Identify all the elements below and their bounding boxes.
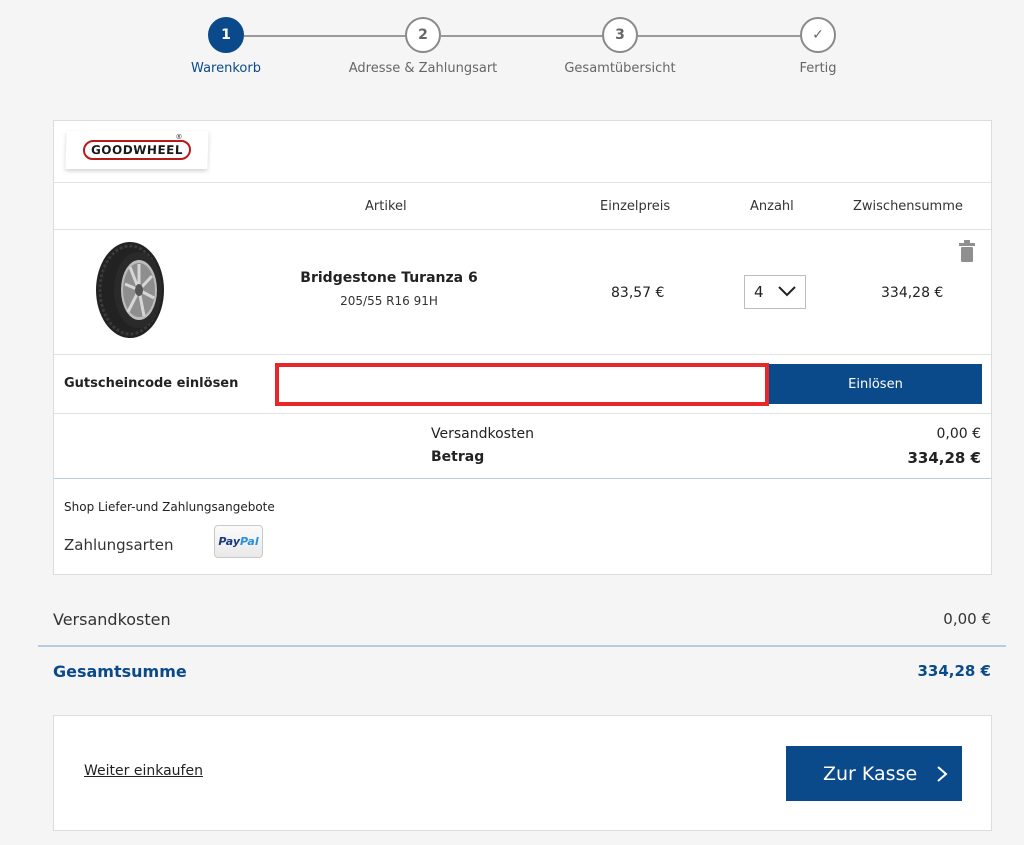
summary-divider [38,645,1006,647]
redeem-button[interactable]: Einlösen [769,364,982,404]
summary-shipping-label: Versandkosten [53,610,171,629]
checkmark-icon: ✓ [800,17,836,53]
step-label: Adresse & Zahlungsart [348,61,498,76]
amount-label: Betrag [431,449,485,465]
product-name[interactable]: Bridgestone Turanza 6 [289,270,489,286]
step-label: Fertig [799,61,837,76]
step-overview[interactable]: 3 Gesamtübersicht [520,17,720,76]
chevron-right-icon [937,766,948,782]
shop-header: GOODWHEEL ® [54,121,991,183]
amount-value: 334,28 € [907,449,981,467]
step-number: 1 [208,17,244,53]
paypal-text-pal: Pal [240,535,259,548]
checkout-button[interactable]: Zur Kasse [786,746,962,801]
cart-item-row: Bridgestone Turanza 6 205/55 R16 91H 83,… [54,230,991,355]
payment-methods-label: Zahlungsarten [64,536,174,554]
registered-mark: ® [175,133,183,141]
shipping-label: Versandkosten [431,426,534,442]
step-address-payment[interactable]: 2 Adresse & Zahlungsart [323,17,523,76]
unit-price: 83,57 € [611,285,665,301]
header-unit-price: Einzelpreis [600,199,671,214]
step-number: 2 [405,17,441,53]
tire-icon[interactable] [94,240,172,340]
header-quantity: Anzahl [750,199,794,214]
header-article: Artikel [365,199,407,214]
quantity-select[interactable]: 4 [744,275,806,309]
chevron-down-icon [778,286,796,297]
product-size: 205/55 R16 91H [340,294,438,308]
paypal-icon: Pay Pal [214,525,263,558]
coupon-input[interactable] [275,363,769,406]
step-number: 3 [602,17,638,53]
header-subtotal: Zwischensumme [853,199,963,214]
item-subtotal: 334,28 € [881,285,944,301]
checkout-stepper: 1 Warenkorb 2 Adresse & Zahlungsart 3 Ge… [0,17,1024,87]
paypal-text-pay: Pay [218,535,241,548]
checkout-button-label: Zur Kasse [823,762,918,785]
trash-icon[interactable] [959,240,975,262]
checkout-actions: Weiter einkaufen Zur Kasse [53,715,992,831]
step-label: Gesamtübersicht [564,61,676,76]
shipping-value: 0,00 € [936,426,981,442]
grand-total-label: Gesamtsumme [53,662,187,681]
step-label: Warenkorb [191,61,261,76]
coupon-row: Gutscheincode einlösen Einlösen [54,355,991,414]
payment-options: Shop Liefer-und Zahlungsangebote Zahlung… [54,479,991,575]
coupon-label: Gutscheincode einlösen [64,376,239,391]
step-done[interactable]: ✓ Fertig [718,17,918,76]
grand-total-value: 334,28 € [917,662,991,680]
step-cart[interactable]: 1 Warenkorb [126,17,326,76]
summary-shipping-value: 0,00 € [943,610,991,628]
cart-card: GOODWHEEL ® Artikel Einzelpreis Anzahl Z… [53,120,992,575]
quantity-value: 4 [754,283,764,301]
shop-logo-text: GOODWHEEL [82,140,192,160]
shop-logo[interactable]: GOODWHEEL ® [65,131,209,169]
payment-title: Shop Liefer-und Zahlungsangebote [64,500,275,514]
cart-table-header: Artikel Einzelpreis Anzahl Zwischensumme [54,183,991,230]
continue-shopping-link[interactable]: Weiter einkaufen [84,763,203,779]
cart-totals: Versandkosten Betrag 0,00 € 334,28 € [54,414,991,479]
